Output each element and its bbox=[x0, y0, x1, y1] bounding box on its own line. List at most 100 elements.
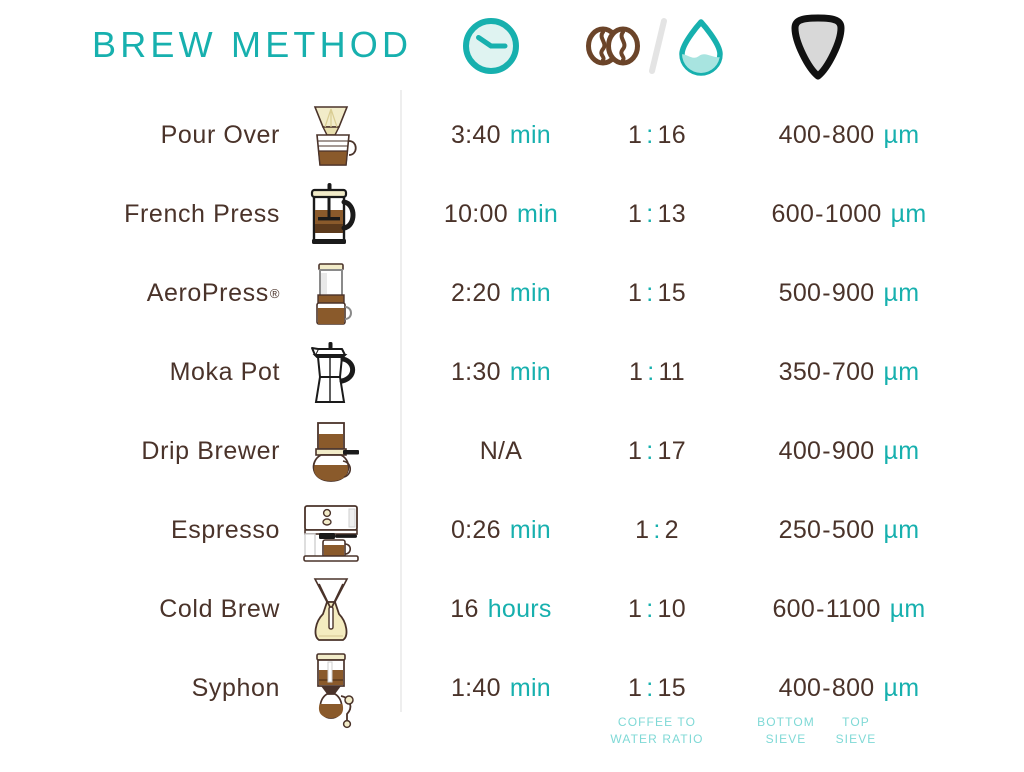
footer-label-bottom-sieve: BOTTOM SIEVE bbox=[757, 715, 815, 746]
time-unit: min bbox=[516, 200, 559, 228]
pour-over-icon bbox=[292, 96, 370, 175]
time-value: 1:40 bbox=[450, 674, 501, 702]
table-row: Moka Pot 1:30 min 1:11 350-700 µm bbox=[0, 333, 1024, 412]
grind-max: 1100 bbox=[825, 595, 881, 623]
brew-time-cell: 2:20 min bbox=[410, 254, 592, 333]
ratio-colon: : bbox=[646, 595, 654, 623]
grind-unit: µm bbox=[890, 200, 927, 228]
ratio-icon-group bbox=[578, 0, 734, 92]
drip-brewer-icon bbox=[292, 412, 370, 491]
method-name-1: French Press bbox=[124, 175, 280, 254]
grind-unit: µm bbox=[883, 516, 920, 544]
grind-range-dash: - bbox=[822, 516, 831, 544]
grind-range-dash: - bbox=[822, 437, 831, 465]
ratio-right: 15 bbox=[657, 279, 686, 307]
ratio-colon: : bbox=[646, 279, 654, 307]
grind-min: 600 bbox=[772, 595, 816, 623]
grind-unit: µm bbox=[883, 437, 920, 465]
water-drop-icon bbox=[675, 16, 727, 76]
ratio-right: 17 bbox=[657, 437, 686, 465]
brew-time-cell: 1:30 min bbox=[410, 333, 592, 412]
table-row: Espresso 0:26 min 1:2 250-500 µm bbox=[0, 491, 1024, 570]
grind-unit: µm bbox=[883, 358, 920, 386]
sieve-icon bbox=[772, 0, 864, 92]
time-unit: min bbox=[509, 279, 552, 307]
ratio-colon: : bbox=[647, 358, 655, 386]
grind-min: 350 bbox=[778, 358, 822, 386]
page-title: BREW METHOD bbox=[92, 24, 413, 65]
ratio-left: 1 bbox=[628, 595, 643, 623]
footer-label-top-sieve: TOP SIEVE bbox=[835, 715, 877, 746]
method-name-5: Espresso bbox=[171, 491, 280, 570]
grind-min: 400 bbox=[778, 121, 822, 149]
method-name-4: Drip Brewer bbox=[141, 412, 280, 491]
brew-time-cell: 3:40 min bbox=[410, 96, 592, 175]
method-name-2: AeroPress ® bbox=[146, 279, 280, 307]
brew-method-table: Pour Over 3:40 min 1:16 400-800 µm French Pre… bbox=[0, 96, 1024, 728]
brew-time-cell: 10:00 min bbox=[410, 175, 592, 254]
method-name-text: Cold Brew bbox=[159, 595, 280, 623]
method-name-6: Cold Brew bbox=[159, 570, 280, 649]
grind-range-dash: - bbox=[815, 200, 824, 228]
grind-unit: µm bbox=[883, 279, 920, 307]
grind-range-dash: - bbox=[822, 674, 831, 702]
footer: COFFEE TO WATER RATIO BOTTOM SIEVE TOP S… bbox=[0, 714, 1024, 772]
time-unit: hours bbox=[487, 595, 552, 623]
time-value: 10:00 bbox=[443, 200, 508, 228]
method-name-0: Pour Over bbox=[161, 96, 280, 175]
grind-unit: µm bbox=[883, 674, 920, 702]
grind-size-cell: 400-900 µm bbox=[726, 412, 972, 491]
grind-min: 400 bbox=[778, 674, 822, 702]
grind-range-dash: - bbox=[822, 358, 831, 386]
method-name-text: Syphon bbox=[191, 674, 280, 702]
ratio-right: 13 bbox=[657, 200, 686, 228]
ratio-right: 2 bbox=[664, 516, 679, 544]
ratio-left: 1 bbox=[628, 200, 643, 228]
header: BREW METHOD bbox=[0, 0, 1024, 92]
ratio-cell: 1:17 bbox=[592, 412, 722, 491]
table-row: Drip Brewer N/A 1:17 400-900 µm bbox=[0, 412, 1024, 491]
grind-max: 800 bbox=[831, 121, 875, 149]
method-name-text: Moka Pot bbox=[169, 358, 280, 386]
espresso-machine-icon bbox=[292, 491, 370, 570]
grind-max: 800 bbox=[831, 674, 875, 702]
table-row: French Press 10:00 min 1:13 600-1000 µm bbox=[0, 175, 1024, 254]
time-unit: min bbox=[509, 674, 552, 702]
grind-min: 400 bbox=[778, 437, 822, 465]
method-name-text: AeroPress bbox=[146, 279, 269, 307]
brew-time-cell: 16 hours bbox=[410, 570, 592, 649]
method-name-3: Moka Pot bbox=[170, 333, 280, 412]
ratio-right: 16 bbox=[657, 121, 686, 149]
ratio-colon: : bbox=[653, 516, 661, 544]
time-value: 1:30 bbox=[450, 358, 501, 386]
time-value: 2:20 bbox=[450, 279, 501, 307]
grind-size-cell: 500-900 µm bbox=[726, 254, 972, 333]
ratio-left: 1 bbox=[635, 516, 650, 544]
method-name-text: Pour Over bbox=[160, 121, 280, 149]
ratio-cell: 1:11 bbox=[592, 333, 722, 412]
ratio-left: 1 bbox=[628, 674, 643, 702]
grind-size-cell: 350-700 µm bbox=[726, 333, 972, 412]
ratio-right: 10 bbox=[657, 595, 686, 623]
grind-min: 600 bbox=[771, 200, 815, 228]
grind-unit: µm bbox=[889, 595, 926, 623]
grind-size-cell: 250-500 µm bbox=[726, 491, 972, 570]
time-unit: min bbox=[509, 358, 552, 386]
grind-max: 900 bbox=[831, 437, 875, 465]
grind-range-dash: - bbox=[822, 121, 831, 149]
grind-size-cell: 600-1000 µm bbox=[726, 175, 972, 254]
method-name-text: French Press bbox=[124, 200, 280, 228]
table-row: Pour Over 3:40 min 1:16 400-800 µm bbox=[0, 96, 1024, 175]
coffee-beans-icon bbox=[585, 21, 641, 71]
ratio-cell: 1:15 bbox=[592, 254, 722, 333]
ratio-cell: 1:2 bbox=[592, 491, 722, 570]
ratio-left: 1 bbox=[628, 121, 643, 149]
grind-range-dash: - bbox=[822, 279, 831, 307]
moka-pot-icon bbox=[292, 333, 370, 412]
ratio-left: 1 bbox=[628, 279, 643, 307]
ratio-colon: : bbox=[646, 200, 654, 228]
ratio-cell: 1:10 bbox=[592, 570, 722, 649]
grind-max: 900 bbox=[831, 279, 875, 307]
ratio-right: 11 bbox=[658, 358, 686, 386]
aeropress-icon bbox=[292, 254, 370, 333]
